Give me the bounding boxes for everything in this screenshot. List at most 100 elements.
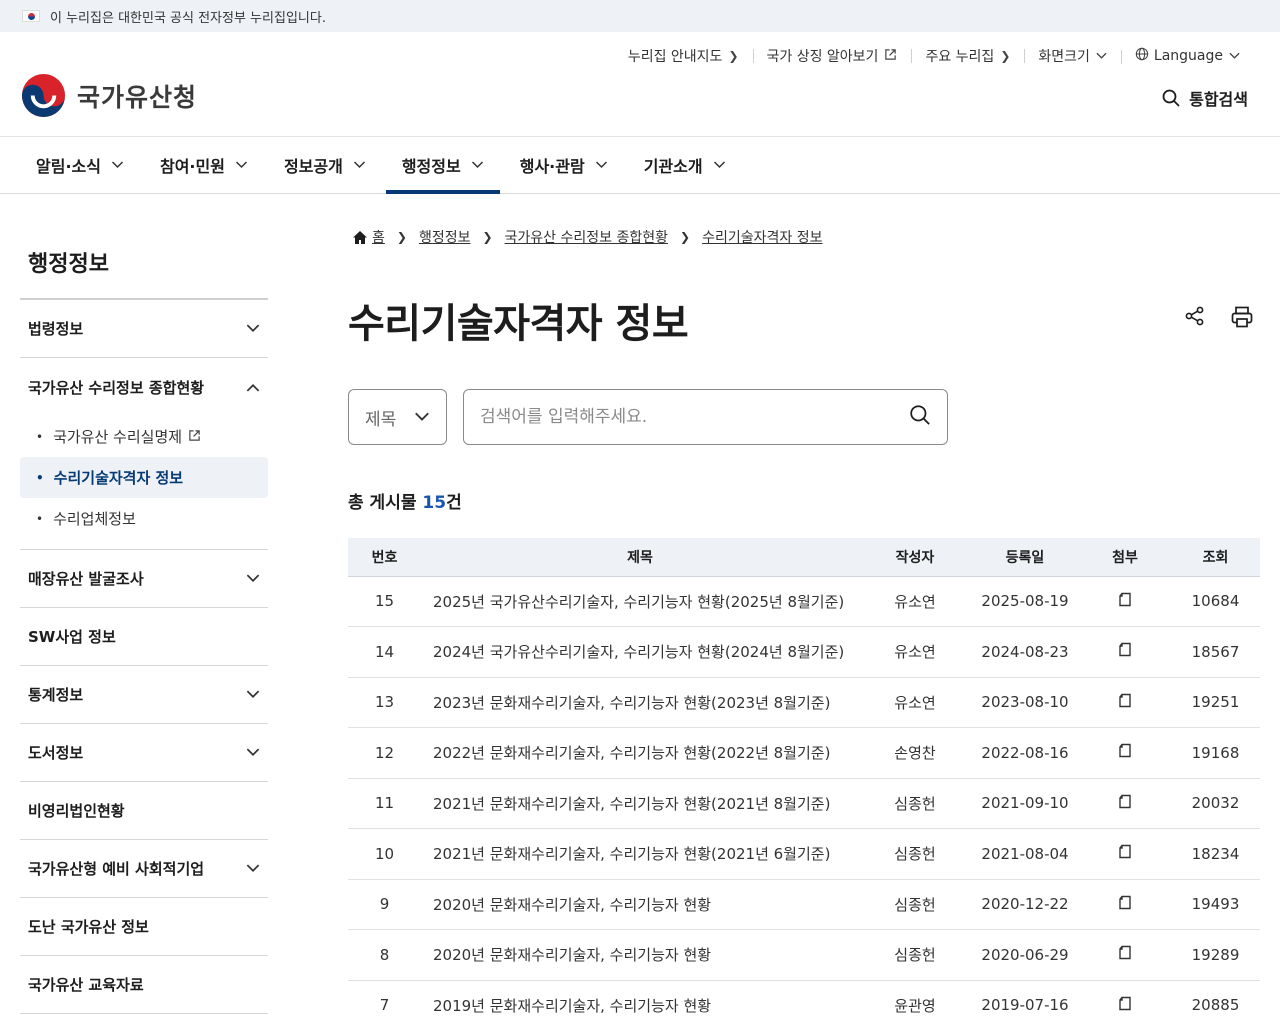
gnb-participation[interactable]: 참여·민원 xyxy=(144,137,264,193)
row-title-link[interactable]: 2019년 문화재수리기술자, 수리기능자 현황 xyxy=(421,980,859,1024)
chevron-up-icon xyxy=(246,383,260,391)
row-views: 19289 xyxy=(1171,929,1260,981)
chevron-down-icon xyxy=(1229,49,1240,63)
external-link-icon xyxy=(884,48,897,64)
sub-item-technician-info[interactable]: • 수리기술자격자 정보 xyxy=(20,457,268,498)
attachment-icon[interactable] xyxy=(1079,727,1171,779)
lnb-item-label: 매장유산 발굴조사 xyxy=(28,570,144,588)
row-title-link[interactable]: 2025년 국가유산수리기술자, 수리기능자 현황(2025년 8월기준) xyxy=(421,576,859,627)
integrated-search-label: 통합검색 xyxy=(1189,90,1248,109)
attachment-icon[interactable] xyxy=(1079,929,1171,981)
integrated-search-button[interactable]: 통합검색 xyxy=(1161,86,1248,110)
attachment-icon[interactable] xyxy=(1079,626,1171,678)
table-row[interactable]: 14 2024년 국가유산수리기술자, 수리기능자 현황(2024년 8월기준) 유… xyxy=(348,626,1260,678)
row-writer: 심종헌 xyxy=(859,879,971,930)
sub-item-repair-realname[interactable]: • 국가유산 수리실명제 xyxy=(20,416,268,457)
table-row[interactable]: 12 2022년 문화재수리기술자, 수리기능자 현황(2022년 8월기준) 손영… xyxy=(348,727,1260,779)
lnb-item-laws[interactable]: 법령정보 xyxy=(20,300,268,358)
utility-menu: 누리집 안내지도 ❯ 국가 상징 알아보기 주요 누리집 ❯ 화면크기 Lang… xyxy=(614,46,1254,66)
row-title-link[interactable]: 2020년 문화재수리기술자, 수리기능자 현황 xyxy=(421,929,859,981)
chevron-down-icon xyxy=(471,161,483,169)
lnb-item-nonprofits[interactable]: 비영리법인현황 xyxy=(20,782,268,840)
attachment-icon[interactable] xyxy=(1079,828,1171,880)
row-writer: 손영찬 xyxy=(859,727,971,779)
logo[interactable]: 국가유산청 xyxy=(20,72,197,119)
lnb-item-label: 도난 국가유산 정보 xyxy=(28,918,149,936)
row-title-link[interactable]: 2024년 국가유산수리기술자, 수리기능자 현황(2024년 8월기준) xyxy=(421,626,859,678)
lnb-item-education[interactable]: 국가유산 교육자료 xyxy=(20,956,268,1014)
row-title-link[interactable]: 2021년 문화재수리기술자, 수리기능자 현황(2021년 6월기준) xyxy=(421,828,859,880)
gnb-about[interactable]: 기관소개 xyxy=(628,137,742,193)
lnb-item-excavation[interactable]: 매장유산 발굴조사 xyxy=(20,550,268,608)
util-language-label: Language xyxy=(1153,48,1223,64)
chevron-down-icon xyxy=(415,412,429,421)
search-icon[interactable] xyxy=(909,404,931,430)
sub-item-company-info[interactable]: • 수리업체정보 xyxy=(20,498,268,539)
attachment-icon[interactable] xyxy=(1079,576,1171,627)
row-date: 2025-08-19 xyxy=(971,576,1079,627)
home-icon xyxy=(353,230,367,244)
row-title-link[interactable]: 2022년 문화재수리기술자, 수리기능자 현황(2022년 8월기준) xyxy=(421,727,859,779)
lnb-item-books[interactable]: 도서정보 xyxy=(20,724,268,782)
header-attachment: 첨부 xyxy=(1079,538,1171,577)
row-title-link[interactable]: 2020년 문화재수리기술자, 수리기능자 현황 xyxy=(421,879,859,930)
header-title: 제목 xyxy=(421,538,859,577)
table-header-row: 번호 제목 작성자 등록일 첨부 조회 xyxy=(348,538,1260,577)
attachment-icon[interactable] xyxy=(1079,677,1171,728)
util-main-sites[interactable]: 주요 누리집 ❯ xyxy=(911,46,1024,66)
gnb-admin-info[interactable]: 행정정보 xyxy=(385,137,500,194)
util-national-symbols[interactable]: 국가 상징 알아보기 xyxy=(752,46,912,66)
lnb-title: 행정정보 xyxy=(20,230,268,300)
lnb-item-stolen-heritage[interactable]: 도난 국가유산 정보 xyxy=(20,898,268,956)
row-date: 2022-08-16 xyxy=(971,727,1079,779)
header: 국가유산청 누리집 안내지도 ❯ 국가 상징 알아보기 주요 누리집 ❯ 화면크… xyxy=(0,32,1280,137)
share-icon[interactable] xyxy=(1184,305,1206,333)
sub-item-label: 수리업체정보 xyxy=(53,510,136,528)
total-count: 총 게시물 15건 xyxy=(348,488,462,513)
util-screen-size[interactable]: 화면크기 xyxy=(1024,46,1121,66)
row-number: 11 xyxy=(348,778,421,829)
util-sitemap-label: 누리집 안내지도 xyxy=(627,49,723,65)
attachment-icon[interactable] xyxy=(1079,778,1171,829)
table-row[interactable]: 7 2019년 문화재수리기술자, 수리기능자 현황 윤관영 2019-07-16 20… xyxy=(348,980,1260,1024)
lnb-item-repair-status[interactable]: 국가유산 수리정보 종합현황 xyxy=(20,358,268,416)
row-date: 2021-08-04 xyxy=(971,828,1079,880)
attachment-icon[interactable] xyxy=(1079,879,1171,930)
breadcrumb-current[interactable]: 수리기술자격자 정보 xyxy=(702,227,822,247)
search-field-select[interactable]: 제목 xyxy=(348,389,447,445)
table-row[interactable]: 11 2021년 문화재수리기술자, 수리기능자 현황(2021년 8월기준) 심종… xyxy=(348,778,1260,829)
util-language[interactable]: Language xyxy=(1120,47,1254,65)
lnb-item-statistics[interactable]: 통계정보 xyxy=(20,666,268,724)
print-icon[interactable] xyxy=(1230,305,1254,333)
util-sitemap[interactable]: 누리집 안내지도 ❯ xyxy=(614,46,753,66)
gnb-disclosure-label: 정보공개 xyxy=(283,157,343,176)
table-row[interactable]: 15 2025년 국가유산수리기술자, 수리기능자 현황(2025년 8월기준) 유… xyxy=(348,576,1260,627)
gnb-events[interactable]: 행사·관람 xyxy=(504,137,624,193)
row-title-link[interactable]: 2021년 문화재수리기술자, 수리기능자 현황(2021년 8월기준) xyxy=(421,778,859,829)
table-row[interactable]: 13 2023년 문화재수리기술자, 수리기능자 현황(2023년 8월기준) 유소… xyxy=(348,677,1260,728)
row-views: 18567 xyxy=(1171,626,1260,678)
lnb-item-social-enterprise[interactable]: 국가유산형 예비 사회적기업 xyxy=(20,840,268,898)
table-row[interactable]: 10 2021년 문화재수리기술자, 수리기능자 현황(2021년 6월기준) 심종… xyxy=(348,828,1260,880)
chevron-right-icon: ❯ xyxy=(728,49,739,63)
lnb-item-sw-projects[interactable]: SW사업 정보 xyxy=(20,608,268,666)
attachment-icon[interactable] xyxy=(1079,980,1171,1024)
row-date: 2021-09-10 xyxy=(971,778,1079,829)
total-suffix: 건 xyxy=(446,493,462,513)
search-input[interactable] xyxy=(480,407,880,427)
lnb-item-label: 법령정보 xyxy=(28,320,84,338)
chevron-down-icon xyxy=(111,161,123,169)
row-views: 20032 xyxy=(1171,778,1260,829)
breadcrumb-admin-info[interactable]: 행정정보 xyxy=(419,227,471,247)
breadcrumb-repair-status[interactable]: 국가유산 수리정보 종합현황 xyxy=(505,227,668,247)
row-title-link[interactable]: 2023년 문화재수리기술자, 수리기능자 현황(2023년 8월기준) xyxy=(421,677,859,728)
breadcrumb-home[interactable]: 홈 xyxy=(372,227,385,247)
search-row: 제목 xyxy=(348,389,948,445)
gnb-news[interactable]: 알림·소식 xyxy=(20,137,140,193)
table-row[interactable]: 8 2020년 문화재수리기술자, 수리기능자 현황 심종헌 2020-06-29 19… xyxy=(348,929,1260,981)
table-row[interactable]: 9 2020년 문화재수리기술자, 수리기능자 현황 심종헌 2020-12-22 19… xyxy=(348,879,1260,930)
gnb-events-label: 행사·관람 xyxy=(519,157,585,176)
gnb-disclosure[interactable]: 정보공개 xyxy=(268,137,382,193)
row-writer: 윤관영 xyxy=(859,980,971,1024)
row-number: 14 xyxy=(348,626,421,678)
